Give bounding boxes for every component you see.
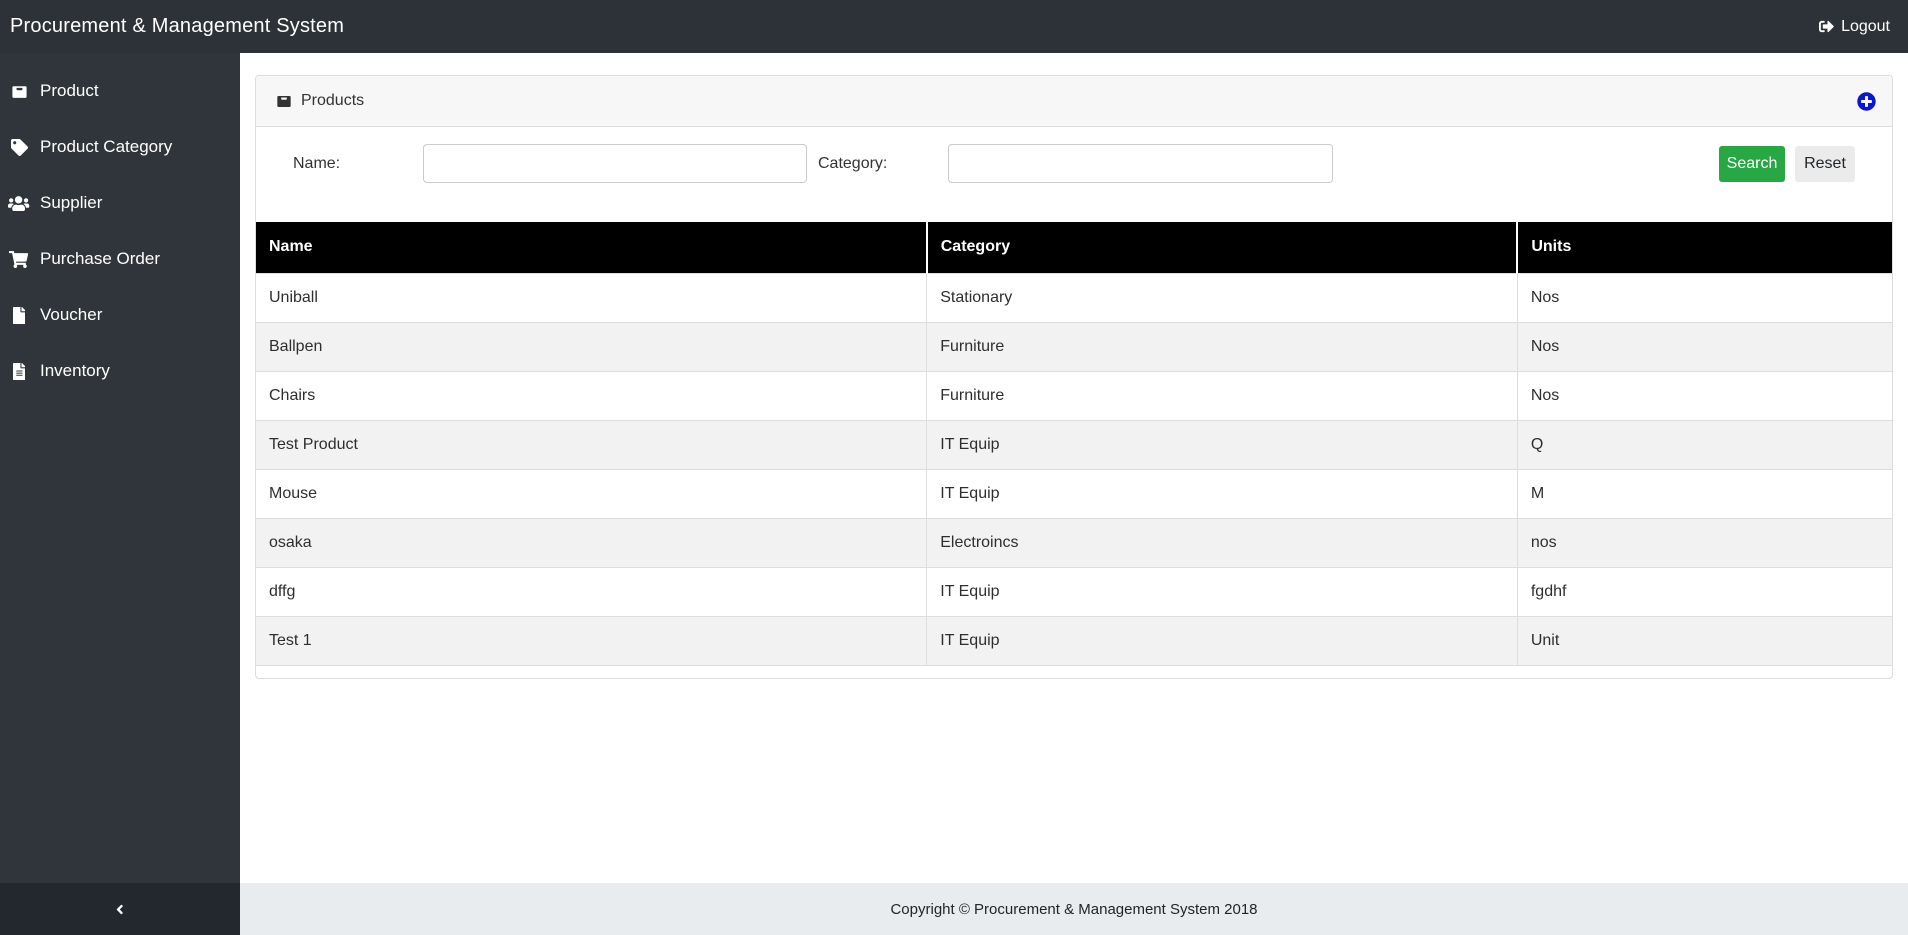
app-title: Procurement & Management System xyxy=(10,15,345,37)
table-row: osaka Electroincs nos xyxy=(256,517,1892,567)
panel-title-label: Products xyxy=(301,92,365,109)
sidebar: Product Product Category Supplier Purchase … xyxy=(0,53,240,935)
app-root: Procurement & Management System Logout P… xyxy=(0,0,1908,935)
table-row: dffg IT Equip fgdhf xyxy=(256,566,1892,616)
search-buttons: Search Reset xyxy=(1719,145,1855,182)
search-button[interactable]: Search xyxy=(1719,145,1785,182)
main-area: Products Name: Category: Search Reset Na… xyxy=(240,53,1908,935)
table-cell: Unit xyxy=(1517,615,1892,666)
file-text-icon xyxy=(8,362,30,380)
table-cell: IT Equip xyxy=(926,419,1518,469)
column-header-name: Name xyxy=(256,222,928,273)
table-cell: dffg xyxy=(256,566,928,616)
table-row: Uniball Stationary Nos xyxy=(256,272,1892,322)
sidebar-item-label: Purchase Order xyxy=(40,249,160,268)
name-input[interactable] xyxy=(423,144,807,183)
cart-icon xyxy=(8,250,30,268)
table-cell: osaka xyxy=(256,517,928,567)
search-form: Name: Category: Search Reset xyxy=(256,127,1892,183)
table-cell: IT Equip xyxy=(926,566,1518,616)
sidebar-nav: Product Product Category Supplier Purchase … xyxy=(0,53,240,883)
sidebar-item-product[interactable]: Product xyxy=(0,63,240,119)
main-content: Products Name: Category: Search Reset Na… xyxy=(240,53,1908,883)
sidebar-item-supplier[interactable]: Supplier xyxy=(0,175,240,231)
products-table-wrap: Name Category Units Uniball Stationary Nos Ba… xyxy=(256,222,1892,666)
table-body: Uniball Stationary Nos Ballpen Furniture Nos C… xyxy=(256,272,1892,666)
table-cell: IT Equip xyxy=(926,468,1518,518)
table-cell: Nos xyxy=(1517,370,1892,420)
page-footer: Copyright © Procurement & Management Sys… xyxy=(240,883,1908,935)
file-icon xyxy=(8,306,30,324)
panel-title: Products xyxy=(276,92,364,110)
table-cell: Electroincs xyxy=(926,517,1518,567)
column-header-units: Units xyxy=(1517,222,1892,273)
sidebar-collapse-button[interactable] xyxy=(0,883,240,935)
table-row: Test Product IT Equip Q xyxy=(256,419,1892,469)
table-cell: Stationary xyxy=(926,272,1518,322)
logout-label: Logout xyxy=(1841,17,1890,35)
table-cell: nos xyxy=(1517,517,1892,567)
sidebar-item-label: Product Category xyxy=(40,137,173,156)
table-cell: Furniture xyxy=(926,370,1518,420)
reset-button[interactable]: Reset xyxy=(1795,145,1855,182)
copyright-text: Copyright © Procurement & Management Sys… xyxy=(890,900,1258,918)
top-navbar: Procurement & Management System Logout xyxy=(0,0,1908,53)
table-cell: fgdhf xyxy=(1517,566,1892,616)
table-row: Mouse IT Equip M xyxy=(256,468,1892,518)
table-cell: Ballpen xyxy=(256,321,928,371)
sidebar-item-purchase-order[interactable]: Purchase Order xyxy=(0,231,240,287)
table-cell: Nos xyxy=(1517,272,1892,322)
category-input[interactable] xyxy=(948,144,1333,183)
sidebar-item-inventory[interactable]: Inventory xyxy=(0,343,240,399)
table-row: Test 1 IT Equip Unit xyxy=(256,615,1892,666)
sidebar-item-label: Product xyxy=(40,81,99,100)
box-icon xyxy=(8,83,30,100)
table-cell: IT Equip xyxy=(926,615,1518,666)
products-table: Name Category Units Uniball Stationary Nos Ba… xyxy=(256,222,1892,666)
table-cell: Furniture xyxy=(926,321,1518,371)
category-label: Category: xyxy=(818,154,888,172)
panel-bottom-spacer xyxy=(256,666,1892,678)
sidebar-item-label: Supplier xyxy=(40,193,103,212)
table-header-row: Name Category Units xyxy=(256,222,1892,273)
layout: Product Product Category Supplier Purchase … xyxy=(0,53,1908,935)
table-cell: Nos xyxy=(1517,321,1892,371)
table-cell: Chairs xyxy=(256,370,928,420)
column-header-category: Category xyxy=(926,222,1519,273)
sidebar-item-voucher[interactable]: Voucher xyxy=(0,287,240,343)
tag-icon xyxy=(8,138,30,156)
table-row: Ballpen Furniture Nos xyxy=(256,321,1892,371)
table-row: Chairs Furniture Nos xyxy=(256,370,1892,420)
table-cell: M xyxy=(1517,468,1892,518)
table-cell: Mouse xyxy=(256,468,928,518)
add-product-button[interactable] xyxy=(1857,91,1876,111)
table-cell: Q xyxy=(1517,419,1892,469)
sidebar-item-label: Voucher xyxy=(40,305,103,324)
sidebar-item-label: Inventory xyxy=(40,361,110,380)
products-panel: Products Name: Category: Search Reset Na… xyxy=(255,75,1893,679)
table-cell: Test 1 xyxy=(256,615,928,666)
users-icon xyxy=(8,195,30,212)
panel-header: Products xyxy=(256,76,1892,127)
logout-icon xyxy=(1819,19,1834,34)
chevron-left-icon xyxy=(116,902,124,917)
logout-button[interactable]: Logout xyxy=(1819,18,1890,36)
sidebar-item-product-category[interactable]: Product Category xyxy=(0,119,240,175)
table-cell: Uniball xyxy=(256,272,928,322)
box-icon xyxy=(276,93,292,109)
table-cell: Test Product xyxy=(256,419,928,469)
name-label: Name: xyxy=(293,154,341,172)
